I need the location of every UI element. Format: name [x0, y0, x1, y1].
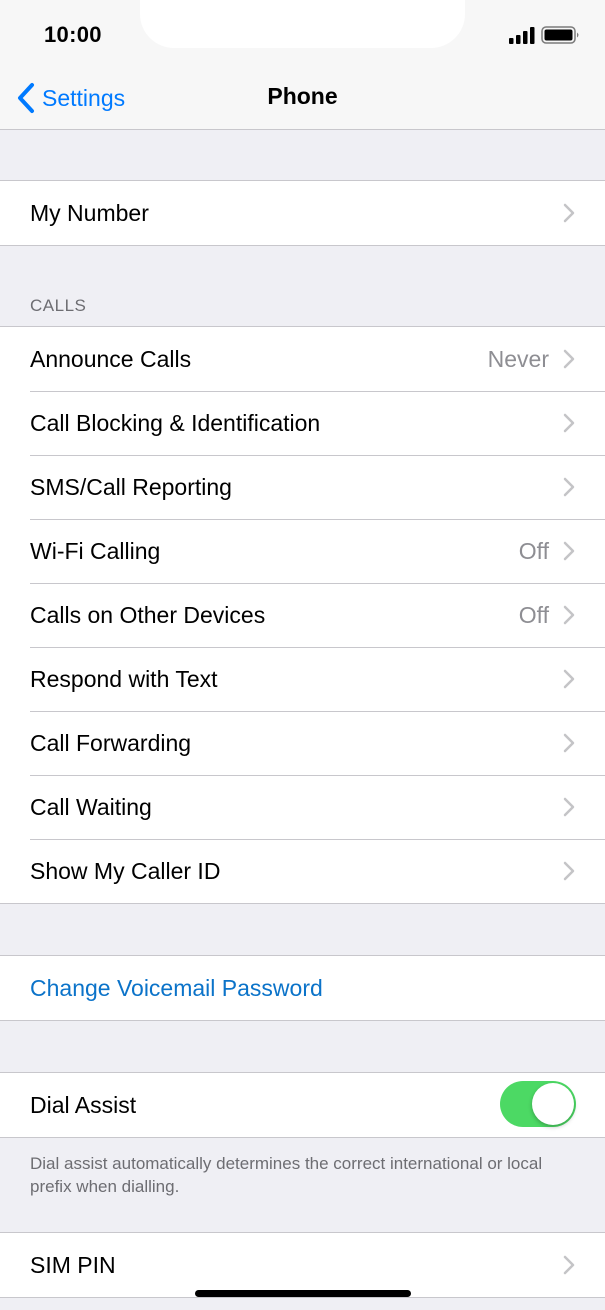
home-indicator[interactable] — [195, 1290, 411, 1297]
sim-pin-label: SIM PIN — [30, 1251, 116, 1278]
respond-with-text-row[interactable]: Respond with Text — [0, 647, 605, 711]
wifi-calling-row[interactable]: Wi-Fi Calling Off — [0, 519, 605, 583]
dial-assist-group: Dial Assist — [0, 1072, 605, 1138]
calls-on-other-devices-row[interactable]: Calls on Other Devices Off — [0, 583, 605, 647]
dial-assist-description: Dial assist automatically determines the… — [30, 1154, 543, 1196]
battery-icon — [541, 26, 579, 44]
calls-group: Announce Calls Never Call Blocking & Ide… — [0, 326, 605, 904]
wifi-calling-label: Wi-Fi Calling — [30, 537, 161, 564]
navigation-bar: Settings Phone — [0, 66, 605, 130]
sim-pin-group: SIM PIN — [0, 1232, 605, 1298]
calls-section-header: CALLS — [30, 296, 87, 315]
chevron-icon — [563, 477, 575, 497]
sms-call-reporting-label: SMS/Call Reporting — [30, 473, 232, 500]
chevron-icon — [563, 349, 575, 369]
wifi-calling-value: Off — [518, 537, 549, 564]
status-time: 10:00 — [44, 22, 102, 47]
toggle-knob — [532, 1083, 574, 1125]
my-number-row[interactable]: My Number — [0, 181, 605, 245]
chevron-icon — [563, 541, 575, 561]
change-voicemail-password-row[interactable]: Change Voicemail Password — [0, 956, 605, 1020]
show-my-caller-id-row[interactable]: Show My Caller ID — [0, 839, 605, 903]
call-waiting-row[interactable]: Call Waiting — [0, 775, 605, 839]
show-my-caller-id-label: Show My Caller ID — [30, 857, 221, 884]
call-forwarding-row[interactable]: Call Forwarding — [0, 711, 605, 775]
sim-pin-row[interactable]: SIM PIN — [0, 1233, 605, 1297]
call-waiting-label: Call Waiting — [30, 793, 152, 820]
voicemail-group: Change Voicemail Password — [0, 955, 605, 1021]
chevron-icon — [563, 797, 575, 817]
calls-on-other-devices-label: Calls on Other Devices — [30, 601, 266, 628]
sms-call-reporting-row[interactable]: SMS/Call Reporting — [0, 455, 605, 519]
dial-assist-row: Dial Assist — [0, 1073, 605, 1137]
dial-assist-toggle[interactable] — [500, 1081, 576, 1127]
phone-settings-screen: 10:00 Settings Phone My Number CALLS Ann… — [0, 0, 605, 1310]
device-notch — [140, 0, 465, 48]
chevron-icon — [563, 733, 575, 753]
announce-calls-label: Announce Calls — [30, 345, 192, 372]
call-blocking-row[interactable]: Call Blocking & Identification — [0, 391, 605, 455]
page-title: Phone — [267, 83, 338, 109]
change-voicemail-password-label: Change Voicemail Password — [30, 974, 323, 1001]
chevron-icon — [563, 605, 575, 625]
announce-calls-row[interactable]: Announce Calls Never — [0, 327, 605, 391]
chevron-icon — [563, 669, 575, 689]
my-number-group: My Number — [0, 180, 605, 246]
signal-icon — [509, 27, 535, 44]
respond-with-text-label: Respond with Text — [30, 665, 218, 692]
chevron-icon — [563, 861, 575, 881]
call-forwarding-label: Call Forwarding — [30, 729, 192, 756]
chevron-icon — [563, 1255, 575, 1275]
calls-on-other-devices-value: Off — [518, 601, 549, 628]
chevron-icon — [563, 203, 575, 223]
status-bar: 10:00 — [0, 0, 605, 66]
my-number-label: My Number — [30, 199, 149, 226]
settings-list: My Number CALLS Announce Calls Never Cal… — [0, 130, 605, 1298]
announce-calls-value: Never — [487, 345, 549, 372]
chevron-icon — [563, 413, 575, 433]
call-blocking-label: Call Blocking & Identification — [30, 409, 321, 436]
